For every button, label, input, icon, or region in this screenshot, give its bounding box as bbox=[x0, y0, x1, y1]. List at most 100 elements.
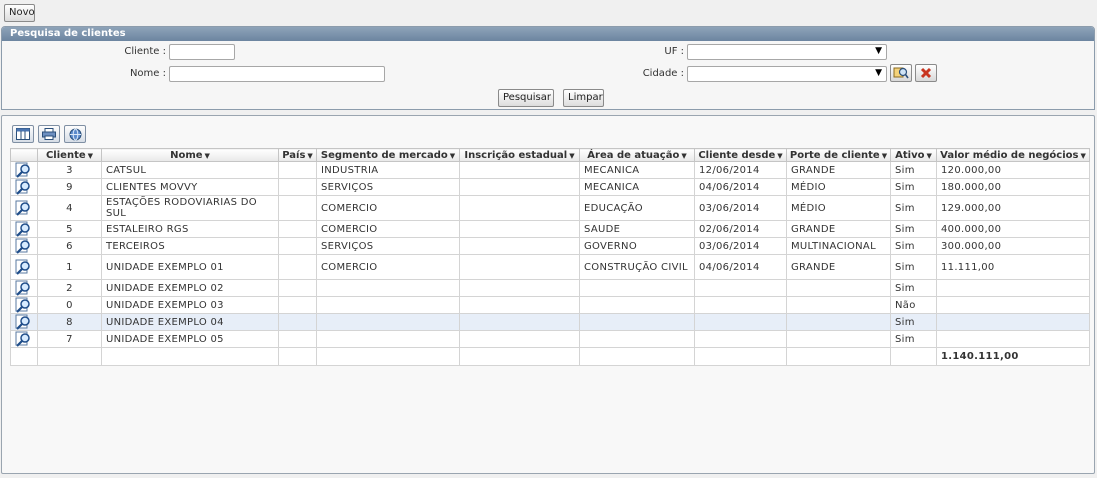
header-ativo[interactable]: Ativo ▼ bbox=[890, 148, 937, 162]
cell-desde: 03/06/2014 bbox=[694, 195, 787, 221]
export-button[interactable] bbox=[64, 125, 86, 143]
view-record-button[interactable] bbox=[10, 161, 38, 179]
table-row[interactable]: 3 CATSUL INDUSTRIA MECANICA 12/06/2014 GRANDE… bbox=[10, 161, 1090, 179]
cell-desde: 12/06/2014 bbox=[694, 161, 787, 179]
table-row[interactable]: 6 TERCEIROS SERVIÇOS GOVERNO 03/06/2014 MULTI… bbox=[10, 237, 1090, 255]
cell-area: MECANICA bbox=[579, 178, 695, 196]
sort-down-icon: ▼ bbox=[569, 151, 575, 160]
cell-inscricao bbox=[459, 313, 580, 331]
header-inscricao[interactable]: Inscrição estadual ▼ bbox=[459, 148, 580, 162]
sort-down-icon: ▼ bbox=[681, 151, 687, 160]
cell-pais bbox=[278, 195, 317, 221]
limpar-button[interactable]: Limpar bbox=[563, 89, 604, 107]
cell-inscricao bbox=[459, 330, 580, 348]
view-record-button[interactable] bbox=[10, 313, 38, 331]
table-row[interactable]: 8 UNIDADE EXEMPLO 04 Sim bbox=[10, 313, 1090, 331]
print-button[interactable] bbox=[38, 125, 60, 143]
cell-desde bbox=[694, 313, 787, 331]
cell-area bbox=[579, 279, 695, 297]
sort-down-icon: ▼ bbox=[777, 151, 783, 160]
view-record-button[interactable] bbox=[10, 195, 38, 221]
view-record-button[interactable] bbox=[10, 254, 38, 280]
magnifier-icon bbox=[15, 280, 30, 296]
cell-porte: GRANDE bbox=[786, 254, 891, 280]
cell-desde: 04/06/2014 bbox=[694, 178, 787, 196]
table-row[interactable]: 5 ESTALEIRO RGS COMERCIO SAUDE 02/06/2014 GRA… bbox=[10, 220, 1090, 238]
cell-area: EDUCAÇÃO bbox=[579, 195, 695, 221]
cell-cliente: 7 bbox=[37, 330, 102, 348]
cell-pais bbox=[278, 279, 317, 297]
cell-valor bbox=[936, 296, 1090, 314]
cell-ativo: Sim bbox=[890, 220, 937, 238]
cell-segmento: COMERCIO bbox=[316, 195, 460, 221]
sort-down-icon: ▼ bbox=[204, 151, 210, 160]
cell-nome: UNIDADE EXEMPLO 04 bbox=[101, 313, 279, 331]
view-record-button[interactable] bbox=[10, 296, 38, 314]
columns-button[interactable] bbox=[12, 125, 34, 143]
view-record-button[interactable] bbox=[10, 330, 38, 348]
globe-icon bbox=[69, 128, 81, 141]
cell-nome: UNIDADE EXEMPLO 05 bbox=[101, 330, 279, 348]
cell-ativo: Sim bbox=[890, 178, 937, 196]
cell-ativo: Não bbox=[890, 296, 937, 314]
table-row[interactable]: 7 UNIDADE EXEMPLO 05 Sim bbox=[10, 330, 1090, 348]
cell-valor: 300.000,00 bbox=[936, 237, 1090, 255]
header-area[interactable]: Área de atuação ▼ bbox=[579, 148, 695, 162]
search-add-icon bbox=[893, 67, 909, 79]
header-pais[interactable]: País ▼ bbox=[278, 148, 317, 162]
header-nome[interactable]: Nome ▼ bbox=[101, 148, 279, 162]
header-desde[interactable]: Cliente desde ▼ bbox=[694, 148, 787, 162]
sort-down-icon: ▼ bbox=[87, 151, 94, 160]
table-row[interactable]: 4 ESTAÇÕES RODOVIARIAS DO SUL COMERCIO EDUC… bbox=[10, 195, 1090, 221]
view-record-button[interactable] bbox=[10, 220, 38, 238]
cell-nome: UNIDADE EXEMPLO 03 bbox=[101, 296, 279, 314]
cell-segmento: COMERCIO bbox=[316, 220, 460, 238]
table-row[interactable]: 0 UNIDADE EXEMPLO 03 Não bbox=[10, 296, 1090, 314]
cell-desde bbox=[694, 279, 787, 297]
total-empty-cell bbox=[316, 347, 460, 366]
header-segmento[interactable]: Segmento de mercado ▼ bbox=[316, 148, 460, 162]
total-empty-cell bbox=[579, 347, 695, 366]
cell-inscricao bbox=[459, 178, 580, 196]
cell-porte: GRANDE bbox=[786, 161, 891, 179]
total-empty-cell bbox=[786, 347, 891, 366]
clear-cidade-button[interactable] bbox=[915, 64, 937, 82]
table-row[interactable]: 9 CLIENTES MOVVY SERVIÇOS MECANICA 04/06/201… bbox=[10, 178, 1090, 196]
cidade-select[interactable]: ▼ bbox=[687, 66, 887, 82]
cell-ativo: Sim bbox=[890, 161, 937, 179]
view-record-button[interactable] bbox=[10, 279, 38, 297]
chevron-down-icon: ▼ bbox=[875, 68, 882, 78]
header-label: Nome bbox=[170, 149, 203, 161]
uf-label: UF : bbox=[664, 46, 684, 57]
table-header-row: Cliente ▼ Nome ▼ País ▼ Segmento de mercado… bbox=[10, 148, 1090, 162]
cell-ativo: Sim bbox=[890, 195, 937, 221]
results-panel: Cliente ▼ Nome ▼ País ▼ Segmento de mercado… bbox=[1, 115, 1095, 474]
header-label: Ativo bbox=[895, 149, 925, 161]
cell-desde bbox=[694, 296, 787, 314]
cliente-label: Cliente : bbox=[124, 46, 166, 57]
magnifier-icon bbox=[15, 331, 30, 347]
cell-desde: 03/06/2014 bbox=[694, 237, 787, 255]
cell-area bbox=[579, 313, 695, 331]
cell-cliente: 6 bbox=[37, 237, 102, 255]
table-row[interactable]: 1 UNIDADE EXEMPLO 01 COMERCIO CONSTRUÇÃO CI… bbox=[10, 254, 1090, 280]
cell-cliente: 1 bbox=[37, 254, 102, 280]
total-empty-cell bbox=[278, 347, 317, 366]
nome-input[interactable] bbox=[169, 66, 385, 82]
header-cliente[interactable]: Cliente ▼ bbox=[37, 148, 102, 162]
header-icon-col bbox=[10, 148, 38, 162]
cell-porte bbox=[786, 313, 891, 331]
uf-select[interactable]: ▼ bbox=[687, 44, 887, 60]
add-cidade-button[interactable] bbox=[890, 64, 912, 82]
header-valor[interactable]: Valor médio de negócios ▼ bbox=[936, 148, 1090, 162]
table-columns-icon bbox=[16, 128, 30, 140]
header-porte[interactable]: Porte de cliente ▼ bbox=[786, 148, 891, 162]
table-row[interactable]: 2 UNIDADE EXEMPLO 02 Sim bbox=[10, 279, 1090, 297]
cell-cliente: 2 bbox=[37, 279, 102, 297]
cliente-input[interactable] bbox=[169, 44, 235, 60]
view-record-button[interactable] bbox=[10, 178, 38, 196]
pesquisar-button[interactable]: Pesquisar bbox=[498, 89, 554, 107]
view-record-button[interactable] bbox=[10, 237, 38, 255]
novo-button[interactable]: Novo bbox=[4, 4, 35, 22]
cell-ativo: Sim bbox=[890, 237, 937, 255]
